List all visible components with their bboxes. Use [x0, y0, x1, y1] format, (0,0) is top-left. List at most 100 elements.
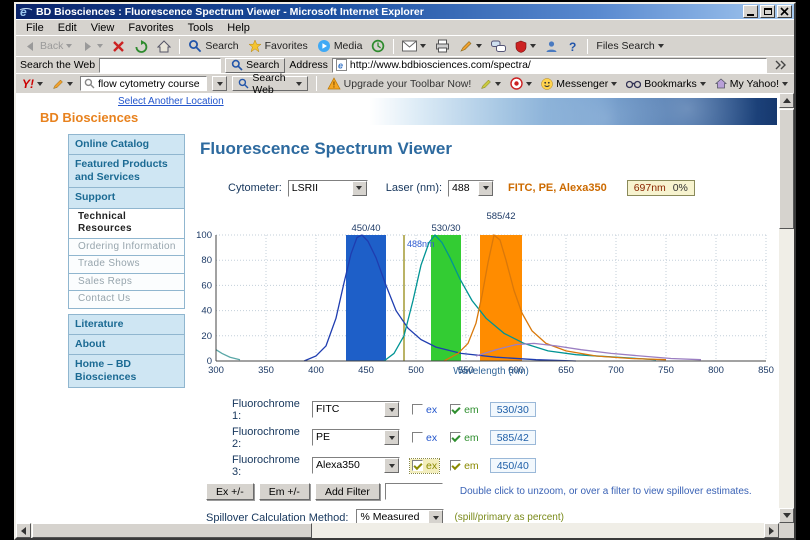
- mail-icon: [402, 40, 418, 52]
- sidebar-item-featured-products[interactable]: Featured Products and Services: [68, 154, 185, 189]
- pencil-icon: [460, 41, 472, 52]
- yahoo-edit-button[interactable]: [478, 78, 503, 90]
- research-button[interactable]: ?: [563, 39, 583, 54]
- sidebar-item-contact-us[interactable]: Contact Us: [68, 290, 185, 309]
- yahoo-target-button[interactable]: [508, 77, 534, 90]
- yahoo-search-web-button[interactable]: Search Web: [232, 72, 308, 96]
- fluorochrome-3-select[interactable]: Alexa350: [312, 457, 400, 474]
- spectrum-chart[interactable]: 450/40 530/30 585/42 488nm 300 350 400 450 500 55…: [194, 205, 779, 377]
- spillover-method-select[interactable]: % Measured: [356, 509, 445, 523]
- yahoo-logo-button[interactable]: Y!: [20, 77, 45, 91]
- yahoo-search-input[interactable]: flow cytometry course: [80, 76, 208, 91]
- sidebar-item-online-catalog[interactable]: Online Catalog: [68, 134, 185, 156]
- vertical-scroll-thumb[interactable]: [779, 109, 794, 229]
- vertical-scrollbar[interactable]: [779, 93, 794, 523]
- menu-help[interactable]: Help: [220, 21, 257, 35]
- menu-view[interactable]: View: [84, 21, 122, 35]
- dropdown-arrow-icon[interactable]: [428, 510, 444, 523]
- ex-toggle-button[interactable]: Ex +/-: [206, 483, 254, 500]
- yahoo-bookmarks-button[interactable]: Bookmarks: [624, 78, 708, 90]
- horizontal-scrollbar[interactable]: [16, 523, 779, 538]
- yahoo-compose-button[interactable]: [50, 78, 75, 90]
- spillover-note: (spill/primary as percent): [454, 512, 564, 523]
- svg-text:800: 800: [708, 365, 724, 376]
- messenger-tool-button[interactable]: [541, 39, 562, 54]
- close-button[interactable]: [777, 5, 792, 18]
- horizontal-scroll-thumb[interactable]: [32, 523, 312, 538]
- fluorochrome-3-em-checkbox[interactable]: em: [448, 459, 481, 473]
- cytometer-select[interactable]: LSRII: [287, 179, 368, 197]
- fluorochrome-2-em-checkbox[interactable]: em: [448, 431, 481, 445]
- cytometer-label: Cytometer:: [228, 182, 282, 194]
- search-button[interactable]: Search: [184, 38, 242, 54]
- laser-select[interactable]: 488: [448, 179, 495, 197]
- home-button[interactable]: [153, 39, 175, 54]
- fluorochrome-1-em-checkbox[interactable]: em: [448, 403, 481, 417]
- svg-text:40: 40: [201, 306, 212, 317]
- dropdown-arrow-icon[interactable]: [351, 180, 367, 196]
- yahoo-my-yahoo-button[interactable]: My Yahoo!: [713, 78, 790, 90]
- edit-button[interactable]: [455, 38, 486, 54]
- forward-button[interactable]: [77, 39, 107, 54]
- discuss-button[interactable]: [487, 39, 510, 54]
- refresh-button[interactable]: [130, 39, 152, 54]
- sidebar-item-about[interactable]: About: [68, 333, 185, 355]
- sidebar-item-technical-resources[interactable]: Technical Resources: [68, 207, 185, 239]
- select-location-link[interactable]: Select Another Location: [118, 96, 224, 107]
- scroll-right-button[interactable]: [764, 523, 779, 538]
- sidebar-item-literature[interactable]: Literature: [68, 313, 185, 335]
- dropdown-arrow-icon[interactable]: [384, 458, 399, 473]
- menu-file[interactable]: File: [19, 21, 51, 35]
- fluorochrome-1-select[interactable]: FITC: [312, 401, 400, 418]
- address-input[interactable]: e http://www.bdbiosciences.com/spectra/: [331, 57, 767, 73]
- em-toggle-button[interactable]: Em +/-: [258, 483, 310, 500]
- window-titlebar[interactable]: e BD Biosciences : Fluorescence Spectrum…: [16, 4, 794, 19]
- antivirus-shield-button[interactable]: [511, 39, 540, 54]
- ie-logo-icon: e: [19, 5, 33, 18]
- minimize-button[interactable]: [743, 5, 758, 18]
- back-button[interactable]: Back: [20, 39, 76, 54]
- add-filter-button[interactable]: Add Filter: [314, 483, 380, 500]
- svg-text:585/42: 585/42: [486, 211, 515, 222]
- mail-button[interactable]: [398, 39, 430, 53]
- sidebar-item-home[interactable]: Home – BD Biosciences: [68, 353, 185, 388]
- sidebar-item-support[interactable]: Support: [68, 187, 185, 209]
- favorites-button[interactable]: Favorites: [244, 38, 312, 54]
- files-search-button[interactable]: Files Search: [592, 39, 667, 53]
- svg-text:500: 500: [408, 365, 424, 376]
- stop-button[interactable]: [108, 39, 129, 54]
- scroll-left-button[interactable]: [16, 523, 31, 538]
- yahoo-messenger-button[interactable]: Messenger: [539, 78, 619, 90]
- sidebar-item-sales-reps[interactable]: Sales Reps: [68, 272, 185, 291]
- media-button[interactable]: Media: [313, 38, 367, 54]
- dropdown-arrow-icon[interactable]: [384, 402, 399, 417]
- dropdown-arrow-icon[interactable]: [384, 430, 399, 445]
- menu-favorites[interactable]: Favorites: [121, 21, 180, 35]
- printer-icon: [436, 39, 450, 53]
- search-web-input[interactable]: [99, 57, 222, 73]
- upgrade-toolbar-button[interactable]: ! Upgrade your Toolbar Now!: [325, 77, 474, 90]
- dropdown-arrow-icon[interactable]: [478, 180, 494, 196]
- svg-text:850: 850: [758, 365, 774, 376]
- history-button[interactable]: [367, 38, 389, 54]
- print-button[interactable]: [431, 38, 454, 54]
- web-search-go-button[interactable]: Search: [225, 57, 286, 73]
- scroll-up-button[interactable]: [779, 93, 794, 108]
- maximize-button[interactable]: [760, 5, 775, 18]
- fluorochrome-2-select[interactable]: PE: [312, 429, 400, 446]
- toolbar-overflow-chevron[interactable]: [771, 59, 790, 71]
- sidebar-item-ordering-information[interactable]: Ordering Information: [68, 237, 185, 256]
- yahoo-query-dropdown[interactable]: [212, 76, 228, 91]
- shield-icon: [516, 40, 527, 53]
- fluorochrome-2-filter-value: 585/42: [489, 430, 536, 445]
- scroll-down-button[interactable]: [779, 508, 794, 523]
- fluorochrome-summary: FITC, PE, Alexa350: [508, 182, 607, 194]
- fluorochrome-1-ex-checkbox[interactable]: ex: [410, 403, 439, 417]
- header-banner-image: [370, 98, 777, 125]
- menu-edit[interactable]: Edit: [51, 21, 84, 35]
- sidebar-item-trade-shows[interactable]: Trade Shows: [68, 255, 185, 274]
- new-filter-input[interactable]: [384, 483, 443, 500]
- fluorochrome-2-ex-checkbox[interactable]: ex: [410, 431, 439, 445]
- fluorochrome-3-ex-checkbox[interactable]: ex: [408, 457, 441, 474]
- menu-tools[interactable]: Tools: [181, 21, 221, 35]
